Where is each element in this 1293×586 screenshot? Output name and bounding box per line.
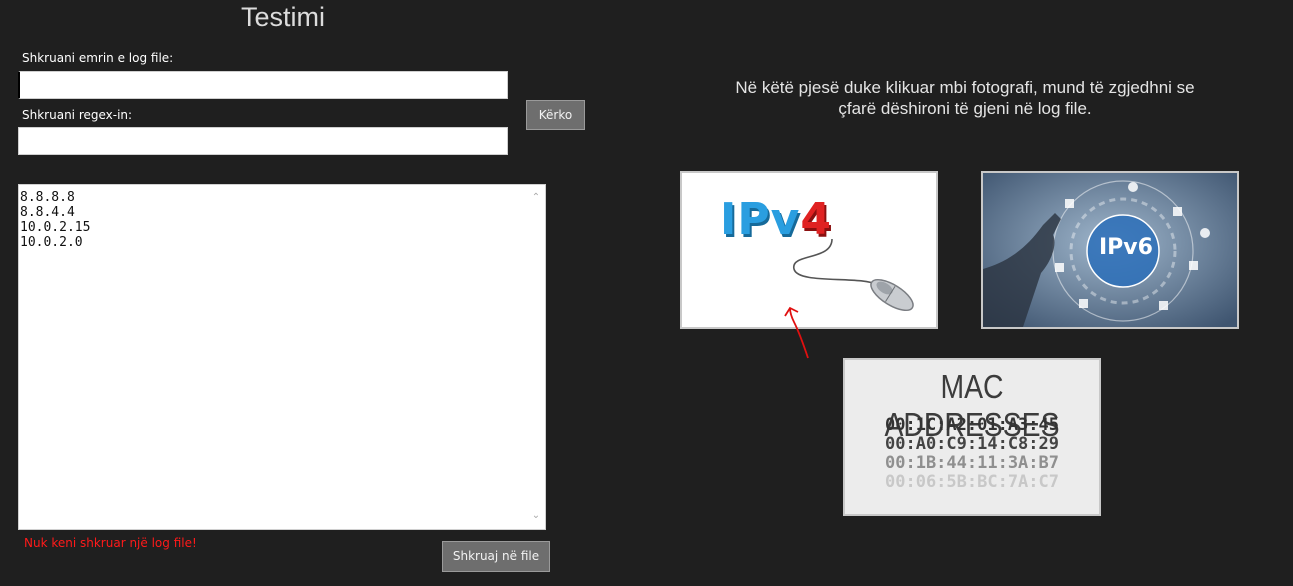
mac-address-list: 00:1C:A2:01:A3:45 00:A0:C9:14:C8:29 00:1…: [845, 416, 1099, 492]
ipv6-tile[interactable]: IPv6: [981, 171, 1239, 329]
page-title: Testimi: [240, 2, 325, 32]
regex-label: Shkruani regex-in:: [22, 108, 133, 122]
write-to-file-button[interactable]: Shkruaj në file: [442, 541, 550, 572]
scroll-down-arrow-icon[interactable]: ⌄: [527, 509, 545, 523]
result-line: 10.0.2.0: [20, 235, 83, 250]
results-textarea[interactable]: 8.8.8.8 8.8.4.4 10.0.2.15 10.0.2.0 ⌃ ⌄: [18, 184, 546, 530]
annotation-arrow-icon: [784, 306, 809, 359]
mac-address: 00:06:5B:BC:7A:C7: [885, 472, 1059, 492]
error-message: Nuk keni shkruar një log file!: [24, 536, 197, 550]
mac-addresses-tile[interactable]: MAC ADDRESSES 00:1C:A2:01:A3:45 00:A0:C9…: [843, 358, 1101, 516]
result-line: 8.8.4.4: [20, 205, 75, 220]
regex-input[interactable]: [18, 127, 508, 155]
mac-address: 00:1B:44:11:3A:B7: [885, 453, 1059, 473]
mac-address: 00:1C:A2:01:A3:45: [885, 415, 1059, 435]
result-line: 10.0.2.15: [20, 220, 91, 235]
logfile-label: Shkruani emrin e log file:: [22, 51, 174, 65]
mac-address: 00:A0:C9:14:C8:29: [885, 434, 1059, 454]
vertical-scrollbar[interactable]: ⌃ ⌄: [527, 185, 545, 529]
search-button[interactable]: Kërko: [526, 100, 585, 130]
ipv6-logo: IPv6: [1099, 235, 1153, 260]
result-line: 8.8.8.8: [20, 190, 75, 205]
logfile-input[interactable]: [18, 71, 508, 99]
results-list: 8.8.8.8 8.8.4.4 10.0.2.15 10.0.2.0: [20, 190, 90, 250]
info-description: Në këtë pjesë duke klikuar mbi fotografi…: [735, 78, 1195, 118]
scroll-up-arrow-icon[interactable]: ⌃: [527, 191, 545, 205]
